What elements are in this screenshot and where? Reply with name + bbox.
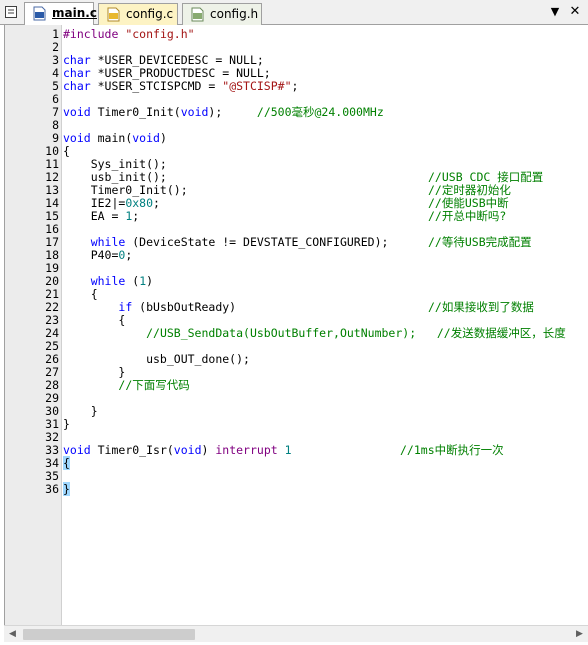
- tab-config-c[interactable]: config.c: [98, 3, 178, 25]
- code-line-9: void main(void): [63, 132, 167, 145]
- code-text: Timer0_Init(: [90, 105, 181, 119]
- code-text: ): [159, 131, 167, 145]
- line-number: 7: [52, 105, 59, 119]
- tab-main-c[interactable]: main.c: [24, 2, 97, 25]
- code-line-34: {: [63, 456, 70, 470]
- keyword: void: [180, 105, 209, 119]
- code-text: ;: [291, 79, 299, 93]
- keyword: char: [63, 79, 91, 93]
- comment: //开总中断吗?: [428, 209, 507, 223]
- line-number-gutter: 1 2 3 4 5 6 7 8 9 10 11 12 13 14 15 16 1…: [5, 25, 62, 625]
- comment: //500毫秒@24.000MHz: [256, 105, 384, 119]
- code-line-15: EA = 1;: [63, 209, 140, 223]
- code-line-33: void Timer0_Isr(void) interrupt 1: [63, 444, 292, 457]
- code-text: P40=: [63, 248, 119, 262]
- code-line-18: P40=0;: [63, 248, 133, 262]
- code-line-1: #include "config.h": [63, 28, 195, 41]
- document-list-icon[interactable]: [4, 5, 18, 19]
- tab-label: config.c: [126, 7, 174, 21]
- line-number: 6: [52, 92, 59, 106]
- c-file-icon: [107, 7, 120, 22]
- line-number: 2: [52, 40, 59, 54]
- keyword: void: [63, 131, 91, 145]
- code-text: *USER_DEVICEDESC = NULL;: [90, 53, 264, 67]
- code-editor[interactable]: 1 2 3 4 5 6 7 8 9 10 11 12 13 14 15 16 1…: [4, 25, 588, 625]
- tab-label: main.c: [52, 6, 97, 20]
- arrow-left-icon[interactable]: ◀: [4, 626, 21, 643]
- preprocessor: #include: [63, 27, 119, 41]
- h-file-icon: [191, 7, 204, 22]
- code-text: (bUsbOutReady): [132, 300, 237, 314]
- code-text: );: [208, 105, 257, 119]
- keyword: void: [173, 443, 202, 457]
- keyword: void: [63, 443, 91, 457]
- line-number: 4: [52, 66, 59, 80]
- matched-brace: {: [63, 456, 70, 470]
- line-number: 8: [52, 118, 59, 132]
- code-text: EA =: [63, 209, 126, 223]
- comment: //下面写代码: [118, 378, 190, 392]
- number-literal: 0x80: [125, 196, 154, 210]
- code-text: (DeviceState != DEVSTATE_CONFIGURED);: [125, 235, 389, 249]
- keyword: void: [63, 105, 91, 119]
- chevron-down-icon[interactable]: ▼: [548, 5, 562, 19]
- code-text: main(: [90, 131, 133, 145]
- tab-bar: main.c config.c config.h ▼ ✕: [0, 0, 588, 25]
- string-literal: "@STCISP#": [222, 79, 292, 93]
- matched-brace: }: [63, 482, 70, 496]
- line-number: 5: [52, 79, 59, 93]
- code-text: Timer0_Init();: [63, 183, 188, 197]
- code-text: ): [201, 443, 216, 457]
- tab-config-h[interactable]: config.h: [182, 3, 262, 25]
- code-text: ): [146, 274, 154, 288]
- keyword: if: [118, 300, 133, 314]
- keyword: interrupt: [215, 443, 278, 457]
- horizontal-scrollbar[interactable]: ◀ ▶: [4, 625, 588, 642]
- line-number: 1: [52, 27, 59, 41]
- code-line-24: //USB_SendData(UsbOutBuffer,OutNumber); …: [63, 327, 566, 340]
- code-line-5: char *USER_STCISPCMD = "@STCISP#";: [63, 80, 298, 93]
- code-text: (: [125, 274, 140, 288]
- scrollbar-thumb[interactable]: [23, 629, 195, 640]
- c-file-icon: [33, 6, 46, 21]
- keyword: void: [132, 131, 160, 145]
- code-text: usb_init();: [63, 170, 167, 184]
- code-line-31: }: [63, 417, 70, 431]
- code-text: ;: [132, 209, 140, 223]
- string-literal: "config.h": [125, 27, 195, 41]
- comment: //等待USB完成配置: [428, 235, 532, 249]
- code-text: *USER_PRODUCTDESC = NULL;: [90, 66, 271, 80]
- code-text: ;: [125, 248, 133, 262]
- keyword: while: [90, 274, 126, 288]
- line-number: 36: [45, 482, 59, 496]
- code-line-36: }: [63, 482, 70, 496]
- code-text: Timer0_Isr(: [90, 443, 174, 457]
- keyword: char: [63, 66, 91, 80]
- keyword: char: [63, 53, 91, 67]
- code-text: ;: [153, 196, 160, 210]
- close-icon[interactable]: ✕: [568, 5, 582, 19]
- comment: //USB_SendData(UsbOutBuffer,OutNumber); …: [146, 326, 566, 340]
- code-line-7: void Timer0_Init(void); //500毫秒@24.000MH…: [63, 106, 384, 119]
- arrow-right-icon[interactable]: ▶: [571, 626, 588, 643]
- comment: //1ms中断执行一次: [400, 443, 504, 457]
- comment: //如果接收到了数据: [428, 300, 534, 314]
- code-text: *USER_STCISPCMD =: [90, 79, 223, 93]
- code-text: IE2|=: [63, 196, 126, 210]
- line-number: 3: [52, 53, 59, 67]
- tab-label: config.h: [210, 7, 259, 21]
- number-literal: 1: [284, 443, 292, 457]
- keyword: while: [90, 235, 126, 249]
- code-line-28: //下面写代码: [63, 378, 190, 392]
